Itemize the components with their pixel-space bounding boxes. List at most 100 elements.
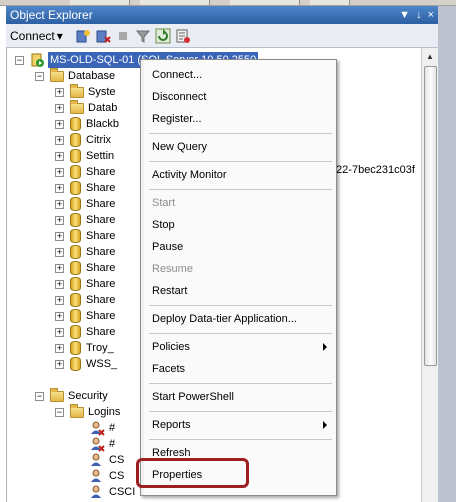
tree-node-database[interactable]: + Share bbox=[55, 244, 115, 260]
vertical-scrollbar[interactable]: ▲ bbox=[421, 48, 438, 502]
menu-item-register[interactable]: Register... bbox=[143, 108, 334, 130]
menu-item-disconnect[interactable]: Disconnect bbox=[143, 86, 334, 108]
database-label: Settin bbox=[86, 150, 115, 162]
database-label: Blackb bbox=[86, 118, 120, 130]
tree-node-database[interactable]: + Share bbox=[55, 212, 115, 228]
database-label: Share bbox=[86, 246, 116, 258]
expand-toggle[interactable]: + bbox=[55, 215, 64, 225]
expand-toggle[interactable]: + bbox=[55, 167, 64, 177]
menu-item-stop[interactable]: Stop bbox=[143, 214, 334, 236]
expand-toggle[interactable]: + bbox=[55, 327, 64, 337]
toolbar-strip-segment bbox=[140, 0, 210, 5]
expand-toggle[interactable]: + bbox=[55, 119, 64, 129]
database-icon bbox=[70, 213, 81, 227]
tree-node-database[interactable]: + Citrix bbox=[55, 132, 111, 148]
filter-icon[interactable] bbox=[135, 28, 151, 44]
connect-label: Connect bbox=[10, 28, 55, 43]
expand-toggle[interactable]: + bbox=[55, 199, 64, 209]
database-label: Share bbox=[86, 262, 116, 274]
tree-node-database[interactable]: + Share bbox=[55, 324, 115, 340]
tree-node-login[interactable]: # bbox=[89, 420, 115, 436]
tree-node-database[interactable]: + Troy_ bbox=[55, 340, 114, 356]
database-icon bbox=[70, 165, 81, 179]
refresh-icon[interactable] bbox=[155, 28, 171, 44]
database-icon bbox=[70, 229, 81, 243]
tree-node-database[interactable]: + Share bbox=[55, 308, 115, 324]
folder-icon bbox=[70, 83, 84, 98]
menu-item-start-powershell[interactable]: Start PowerShell bbox=[143, 386, 334, 408]
tree-node-database[interactable]: + Share bbox=[55, 164, 115, 180]
login-user-icon bbox=[89, 485, 105, 500]
menu-item-facets[interactable]: Facets bbox=[143, 358, 334, 380]
disconnect-server-icon[interactable] bbox=[95, 28, 111, 44]
menu-item-pause[interactable]: Pause bbox=[143, 236, 334, 258]
tree-node-database[interactable]: + Share bbox=[55, 292, 115, 308]
collapse-toggle[interactable]: − bbox=[15, 55, 24, 65]
expand-toggle[interactable]: + bbox=[55, 359, 64, 369]
tree-node-database[interactable]: + Share bbox=[55, 228, 115, 244]
database-label: Share bbox=[86, 230, 116, 242]
menu-item-new-query[interactable]: New Query bbox=[143, 136, 334, 158]
expand-toggle[interactable]: + bbox=[55, 151, 64, 161]
connect-server-icon[interactable] bbox=[75, 28, 91, 44]
scroll-up-icon[interactable]: ▲ bbox=[424, 51, 436, 63]
menu-separator bbox=[149, 161, 332, 162]
tree-node-logins[interactable]: − Logins bbox=[55, 403, 121, 420]
menu-separator bbox=[149, 333, 332, 334]
menu-item-policies[interactable]: Policies bbox=[143, 336, 334, 358]
tree-node-login[interactable]: # bbox=[89, 436, 115, 452]
summary-icon[interactable] bbox=[175, 28, 191, 44]
menu-item-reports-label: Reports bbox=[152, 419, 191, 431]
expand-toggle[interactable]: + bbox=[55, 247, 64, 257]
menu-separator bbox=[149, 305, 332, 306]
menu-item-reports[interactable]: Reports bbox=[143, 414, 334, 436]
database-icon bbox=[70, 245, 81, 259]
expand-toggle[interactable]: + bbox=[55, 183, 64, 193]
menu-separator bbox=[149, 133, 332, 134]
menu-item-activity-monitor[interactable]: Activity Monitor bbox=[143, 164, 334, 186]
collapse-toggle[interactable]: − bbox=[35, 71, 44, 81]
tree-node-database[interactable]: + Share bbox=[55, 180, 115, 196]
login-label: CS bbox=[109, 470, 125, 482]
database-label: Datab bbox=[88, 102, 118, 114]
expand-toggle[interactable]: + bbox=[55, 135, 64, 145]
collapse-toggle[interactable]: − bbox=[35, 391, 44, 401]
toolbar-strip-segment bbox=[70, 0, 130, 5]
tree-node-databases[interactable]: − Database bbox=[35, 67, 115, 84]
tree-node-login[interactable]: CS bbox=[89, 452, 124, 468]
collapse-toggle[interactable]: − bbox=[55, 407, 64, 417]
tree-node-security[interactable]: − Security bbox=[35, 387, 108, 404]
tree-node-database[interactable]: + Datab bbox=[55, 99, 118, 116]
autohide-pin-icon[interactable]: ↓ bbox=[416, 6, 422, 24]
database-icon bbox=[70, 149, 81, 163]
tree-node-database[interactable]: + Blackb bbox=[55, 116, 119, 132]
menu-item-deploy-data-tier[interactable]: Deploy Data-tier Application... bbox=[143, 308, 334, 330]
tree-node-database[interactable]: + Share bbox=[55, 260, 115, 276]
close-icon[interactable]: × bbox=[428, 6, 434, 24]
expand-toggle[interactable]: + bbox=[55, 343, 64, 353]
tree-node-login[interactable]: CS bbox=[89, 468, 124, 484]
tree-node-database[interactable]: + Share bbox=[55, 196, 115, 212]
database-label: WSS_ bbox=[86, 358, 118, 370]
expand-toggle[interactable]: + bbox=[55, 231, 64, 241]
logins-label: Logins bbox=[88, 406, 121, 418]
menu-item-connect[interactable]: Connect... bbox=[143, 64, 334, 86]
expand-toggle[interactable]: + bbox=[55, 295, 64, 305]
expand-toggle[interactable]: + bbox=[55, 311, 64, 321]
scrollbar-thumb[interactable] bbox=[424, 66, 437, 366]
expand-toggle[interactable]: + bbox=[55, 263, 64, 273]
expand-toggle[interactable]: + bbox=[55, 103, 64, 113]
stop-icon[interactable] bbox=[115, 28, 131, 44]
tree-node-database[interactable]: + WSS_ bbox=[55, 356, 117, 372]
tree-node-database[interactable]: + Share bbox=[55, 276, 115, 292]
menu-item-restart[interactable]: Restart bbox=[143, 280, 334, 302]
tree-node-login[interactable]: CSCI bbox=[89, 484, 135, 500]
server-context-menu: Connect... Disconnect Register... New Qu… bbox=[140, 59, 337, 496]
database-label: Share bbox=[86, 198, 116, 210]
pin-dropdown-icon[interactable]: ▼ bbox=[399, 6, 410, 24]
tree-node-database[interactable]: + Settin bbox=[55, 148, 114, 164]
expand-toggle[interactable]: + bbox=[55, 279, 64, 289]
expand-toggle[interactable]: + bbox=[55, 87, 64, 97]
tree-node-database[interactable]: + Syste bbox=[55, 83, 116, 100]
connect-dropdown-button[interactable]: Connect ▾ bbox=[10, 29, 63, 43]
